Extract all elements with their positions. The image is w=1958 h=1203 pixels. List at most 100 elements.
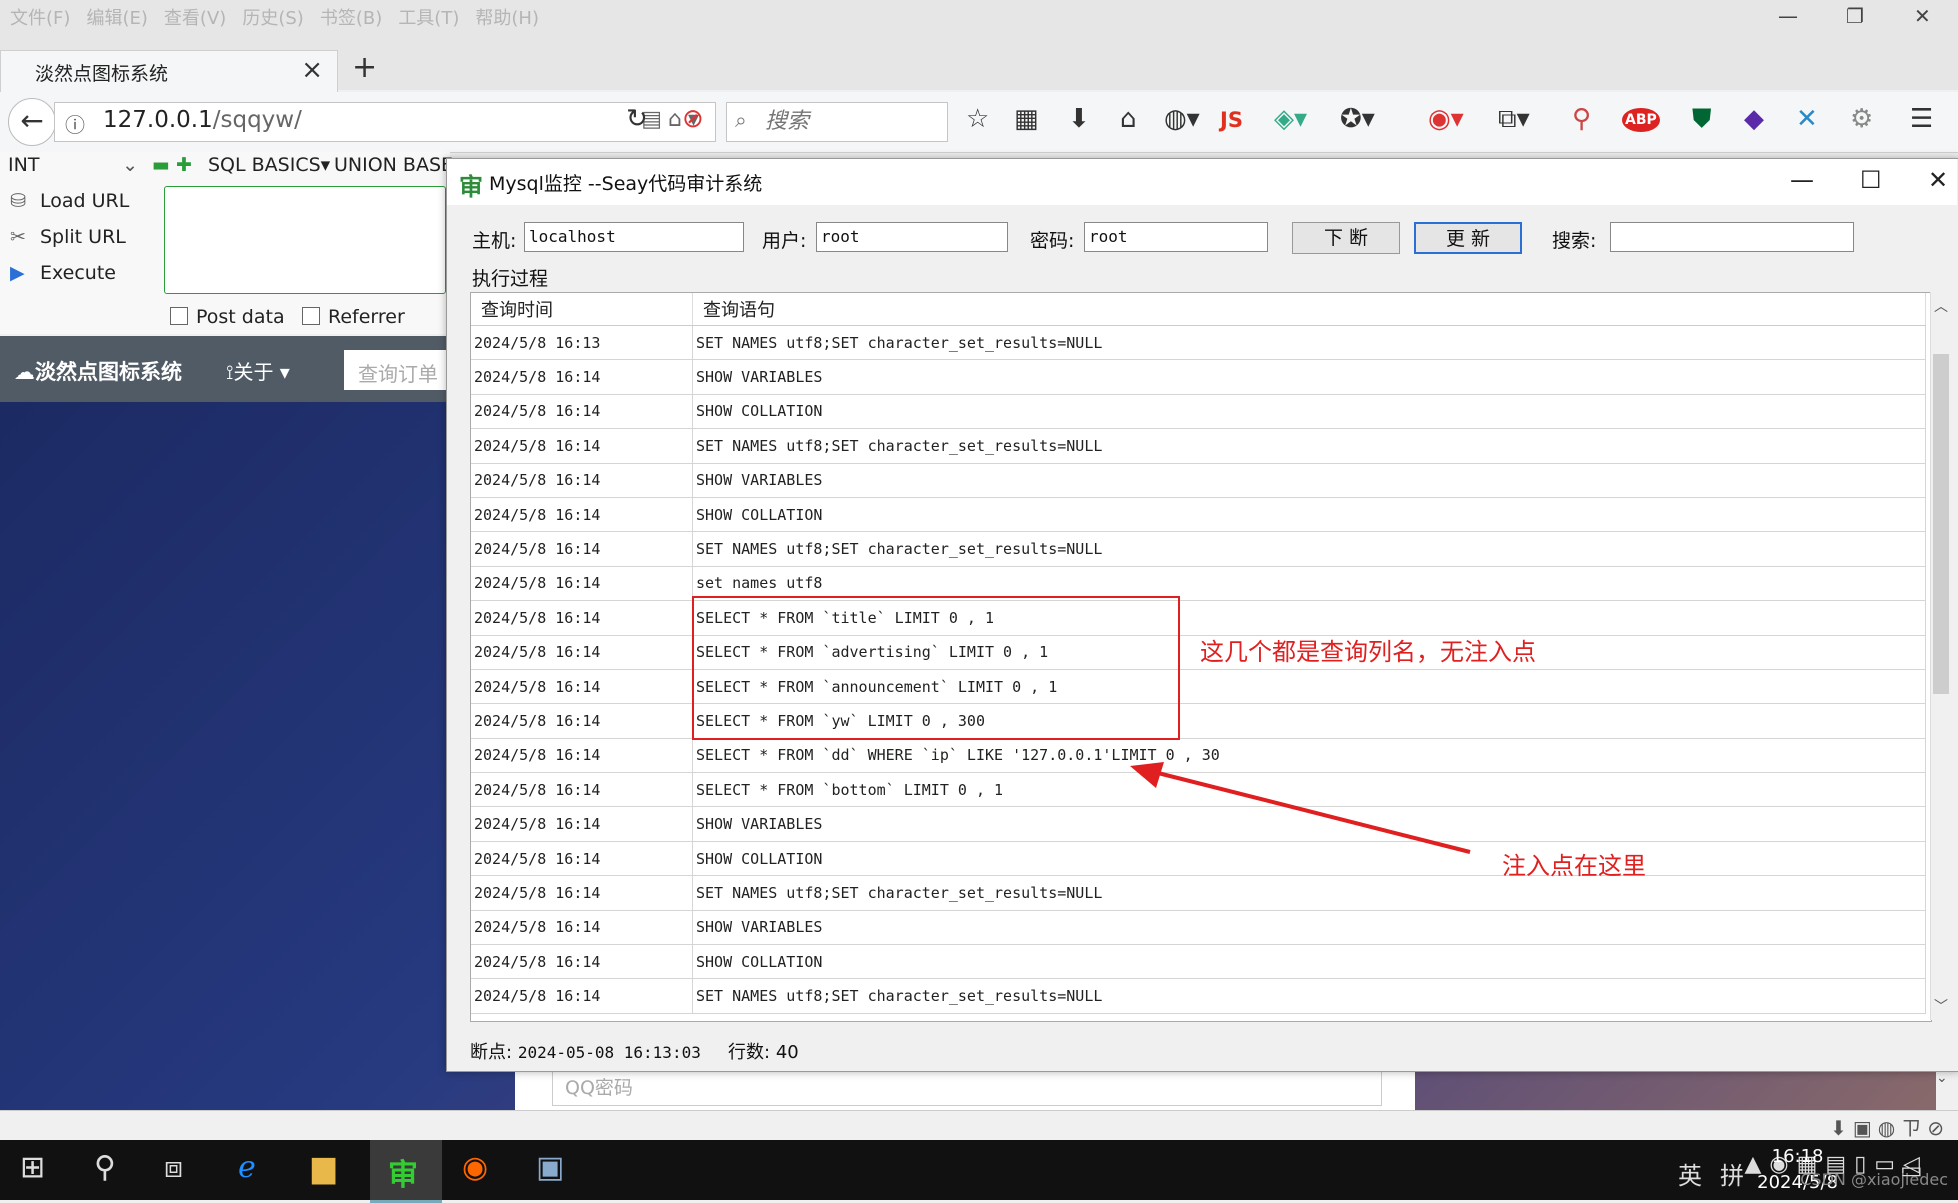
table-row[interactable]: 2024/5/8 16:14 SELECT * FROM `announcemen… [471, 669, 1926, 705]
js-badge[interactable]: JS [1220, 108, 1243, 132]
back-button[interactable]: ← [8, 98, 56, 146]
library-icon[interactable]: ▦ [1014, 104, 1039, 134]
row-time-cell: 2024/5/8 16:14 [471, 875, 693, 911]
host-field[interactable]: localhost [524, 222, 744, 252]
table-row[interactable]: 2024/5/8 16:13 SET NAMES utf8;SET charact… [471, 325, 1926, 361]
dialog-close-icon[interactable]: ✕ [1928, 166, 1948, 194]
browser-tab[interactable]: 淡然点图标系统 × [0, 50, 338, 93]
hackbar-plus-minus-icons[interactable]: ▬ ✚ [152, 154, 192, 176]
load-url-button[interactable]: ⛁ Load URL [10, 190, 129, 212]
translate-icon[interactable]: ◈▾ [1274, 104, 1307, 134]
menu-history[interactable]: 历史(S) [242, 4, 303, 30]
table-row[interactable]: 2024/5/8 16:14 SHOW COLLATION [471, 944, 1926, 980]
table-row[interactable]: 2024/5/8 16:14 SHOW VARIABLES [471, 910, 1926, 946]
adblock-badge[interactable]: ABP [1622, 108, 1660, 132]
hackbar-menu-sql-basics[interactable]: SQL BASICS▾ [208, 154, 330, 176]
dialog-minimize-icon[interactable]: — [1790, 166, 1814, 194]
file-explorer-icon[interactable]: ▆ [312, 1150, 335, 1185]
table-row[interactable]: 2024/5/8 16:14 set names utf8 [471, 566, 1926, 602]
table-row[interactable]: 2024/5/8 16:14 SHOW COLLATION [471, 497, 1926, 533]
search-input[interactable] [763, 106, 937, 136]
zoom-icon[interactable]: ⚲ [1572, 104, 1591, 134]
wappalyzer-icon[interactable]: ⛊ [1692, 104, 1712, 135]
url-bar[interactable]: ⓘ 127.0.0.1/sqqyw/ ▤⌂▾ [54, 102, 716, 142]
new-tab-icon[interactable]: + [352, 50, 377, 85]
break-button[interactable]: 下 断 [1292, 222, 1400, 254]
table-row[interactable]: 2024/5/8 16:14 SELECT * FROM `yw` LIMIT 0… [471, 703, 1926, 739]
shield-icon[interactable]: ◉▾ [1428, 104, 1464, 134]
update-button[interactable]: 更 新 [1414, 222, 1522, 254]
firefox-icon[interactable]: ◉ [462, 1150, 488, 1185]
noscript-icon[interactable]: ⊘ [682, 104, 704, 134]
restore-icon[interactable]: ❐ [1846, 4, 1864, 28]
row-time-cell: 2024/5/8 16:14 [471, 910, 693, 946]
hackbar-icon[interactable]: ◆ [1744, 104, 1764, 134]
windows-start-icon[interactable]: ⊞ [20, 1150, 45, 1185]
keyboard-icon[interactable]: 拼 [1720, 1156, 1744, 1191]
reload-icon[interactable]: ↻ [626, 104, 648, 134]
scroll-down-icon[interactable]: ﹀ [1934, 996, 1948, 1016]
site-search-input[interactable]: 查询订单 [344, 350, 450, 390]
ime-indicator[interactable]: 英 [1678, 1156, 1702, 1191]
row-time-cell: 2024/5/8 16:14 [471, 806, 693, 842]
bookmark-star-icon[interactable]: ☆ [966, 104, 989, 134]
ie-icon[interactable]: ℯ [238, 1150, 256, 1185]
user-label: 用户: [762, 230, 807, 252]
user-field[interactable]: root [816, 222, 1008, 252]
menu-tools[interactable]: 工具(T) [398, 4, 459, 30]
site-about-menu[interactable]: ⟟关于 ▾ [226, 356, 290, 385]
password-field[interactable]: root [1084, 222, 1268, 252]
execute-button[interactable]: ▶ Execute [10, 262, 116, 284]
menu-edit[interactable]: 编辑(E) [86, 4, 147, 30]
row-time-cell: 2024/5/8 16:14 [471, 978, 693, 1014]
close-icon[interactable]: ✕ [1914, 4, 1931, 28]
site-brand[interactable]: ☁淡然点图标系统 [14, 356, 182, 386]
task-view-icon[interactable]: ⧈ [164, 1150, 183, 1185]
minimize-icon[interactable]: — [1778, 4, 1798, 28]
split-url-button[interactable]: ✂ Split URL [10, 226, 126, 248]
table-row[interactable]: 2024/5/8 16:14 SET NAMES utf8;SET charact… [471, 978, 1926, 1014]
tab-close-icon[interactable]: × [301, 55, 323, 85]
info-icon[interactable]: ⓘ [65, 109, 85, 138]
gear-icon[interactable]: ⚙ [1850, 104, 1873, 134]
table-row[interactable]: 2024/5/8 16:14 SET NAMES utf8;SET charact… [471, 875, 1926, 911]
search-box[interactable]: ⌕ [726, 102, 948, 142]
palette-icon[interactable]: ✪▾ [1340, 104, 1375, 134]
post-data-checkbox[interactable]: Post data [170, 306, 285, 328]
remote-desktop-icon[interactable]: ▣ [536, 1150, 564, 1185]
column-header-query[interactable]: 查询语句 [692, 293, 1926, 326]
menu-file[interactable]: 文件(F) [10, 4, 70, 30]
dialog-search-field[interactable] [1610, 222, 1854, 252]
referrer-checkbox[interactable]: Referrer [302, 306, 405, 328]
search-taskbar-icon[interactable]: ⚲ [94, 1150, 116, 1185]
scroll-up-icon[interactable]: ︿ [1934, 296, 1948, 316]
network-icon[interactable]: ✕ [1796, 104, 1818, 134]
hackbar-type-select[interactable]: INT ⌄ [8, 154, 138, 178]
table-scrollbar[interactable]: ︿ ﹀ [1930, 292, 1951, 1020]
menu-bookmarks[interactable]: 书签(B) [320, 4, 382, 30]
row-time-cell: 2024/5/8 16:14 [471, 635, 693, 670]
scroll-thumb[interactable] [1933, 354, 1949, 694]
home-icon[interactable]: ⌂ [1120, 104, 1137, 134]
menu-view[interactable]: 查看(V) [164, 4, 226, 30]
hackbar-menu-union-base[interactable]: UNION BASE [334, 154, 453, 176]
column-header-time[interactable]: 查询时间 [471, 293, 693, 326]
page-scroll-down-icon[interactable]: ⌄ [1936, 1070, 1958, 1110]
table-row[interactable]: 2024/5/8 16:14 SELECT * FROM `advertising… [471, 635, 1926, 670]
hamburger-menu-icon[interactable]: ☰ [1910, 104, 1933, 134]
status-bar-icons[interactable]: ⬇▣◍ㄗ⊘ [1830, 1112, 1950, 1141]
table-row[interactable]: 2024/5/8 16:14 SHOW VARIABLES [471, 359, 1926, 395]
menu-help[interactable]: 帮助(H) [475, 4, 539, 30]
chevron-down-icon: ⌄ [122, 154, 138, 176]
table-row[interactable]: 2024/5/8 16:14 SET NAMES utf8;SET charact… [471, 428, 1926, 464]
table-row[interactable]: 2024/5/8 16:14 SELECT * FROM `title` LIMI… [471, 600, 1926, 636]
download-icon[interactable]: ⬇ [1068, 104, 1090, 134]
dialog-maximize-icon[interactable]: ☐ [1860, 166, 1882, 194]
table-row[interactable]: 2024/5/8 16:14 SHOW COLLATION [471, 394, 1926, 430]
table-row[interactable]: 2024/5/8 16:14 SHOW VARIABLES [471, 463, 1926, 498]
globe-icon[interactable]: ◍▾ [1164, 104, 1200, 134]
browser-status-bar [0, 1110, 1958, 1141]
hackbar-url-textarea[interactable] [164, 186, 446, 294]
table-row[interactable]: 2024/5/8 16:14 SET NAMES utf8;SET charact… [471, 531, 1926, 567]
devtools-icon[interactable]: ⧉▾ [1498, 104, 1530, 135]
